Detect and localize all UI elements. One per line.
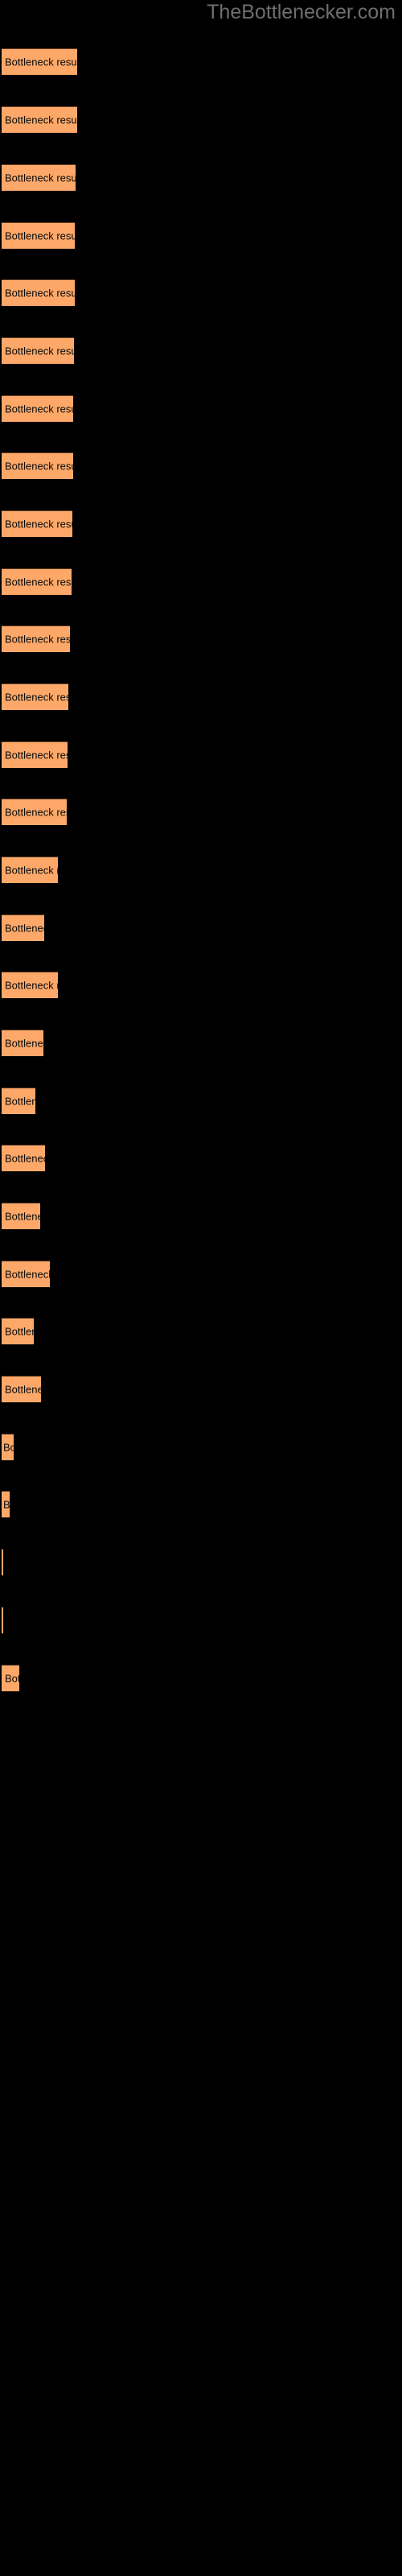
bar[interactable]: Bottleneck result	[2, 683, 68, 710]
bar[interactable]: Bottleneck result	[2, 164, 76, 191]
bar-label: Bottleneck result	[3, 1498, 10, 1511]
bar-row: Bottleneck result	[0, 1203, 402, 1229]
bar-row: Bottleneck result	[0, 1665, 402, 1691]
bar[interactable]: Bottleneck result	[2, 914, 44, 941]
bar[interactable]: Bottleneck result	[2, 48, 77, 75]
bar[interactable]: Bottleneck result	[2, 1607, 3, 1633]
bar-row: Bottleneck result	[0, 683, 402, 710]
bar[interactable]: Bottleneck result	[2, 1376, 41, 1402]
bar[interactable]: Bottleneck result	[2, 1665, 19, 1691]
bar-row: Bottleneck result	[0, 1030, 402, 1056]
bar-row: Bottleneck result	[0, 568, 402, 595]
bar-label: Bottleneck result	[5, 1152, 45, 1165]
bar-row: Bottleneck result	[0, 1549, 402, 1575]
bar[interactable]: Bottleneck result	[2, 1088, 35, 1114]
bar-row: Bottleneck result	[0, 1491, 402, 1517]
bar-label: Bottleneck result	[5, 1095, 35, 1108]
bar[interactable]: Bottleneck result	[2, 452, 73, 479]
bar-row: Bottleneck result	[0, 1607, 402, 1633]
bar[interactable]: Bottleneck result	[2, 1491, 10, 1517]
bar-row: Bottleneck result	[0, 452, 402, 479]
bar[interactable]: Bottleneck result	[2, 1261, 50, 1287]
bar-label: Bottleneck result	[5, 345, 74, 357]
bar-label: Bottleneck result	[5, 114, 77, 126]
bottleneck-chart: TheBottlenecker.com Bottleneck result Bot…	[0, 0, 402, 2576]
bar-row: Bottleneck result	[0, 972, 402, 998]
plot-area: Bottleneck result Bottleneck result Bottle…	[0, 0, 402, 2576]
bar-label: Bottleneck result	[5, 749, 68, 762]
bar-label: Bottleneck result	[5, 56, 77, 68]
bar-row: Bottleneck result	[0, 1145, 402, 1171]
bar[interactable]: Bottleneck result	[2, 106, 77, 133]
bar[interactable]: Bottleneck result	[2, 1549, 3, 1575]
bar[interactable]: Bottleneck result	[2, 1203, 40, 1229]
bar-row: Bottleneck result	[0, 799, 402, 825]
bar[interactable]: Bottleneck result	[2, 625, 70, 652]
bar-label: Bottleneck result	[5, 229, 75, 242]
bar[interactable]: Bottleneck result	[2, 222, 75, 249]
bar-label: Bottleneck result	[5, 633, 70, 646]
bar[interactable]: Bottleneck result	[2, 337, 74, 364]
bar-row: Bottleneck result	[0, 337, 402, 364]
bar-label: Bottleneck result	[5, 806, 67, 819]
bar-row: Bottleneck result	[0, 741, 402, 768]
bar-row: Bottleneck result	[0, 1434, 402, 1460]
bar-label: Bottleneck result	[3, 1441, 14, 1454]
bar-row: Bottleneck result	[0, 222, 402, 249]
bar-label: Bottleneck result	[5, 1037, 43, 1050]
bar-label: Bottleneck result	[5, 691, 68, 704]
bar-row: Bottleneck result	[0, 48, 402, 75]
bar-label: Bottleneck result	[5, 402, 73, 415]
bar[interactable]: Bottleneck result	[2, 1145, 45, 1171]
bar-label: Bottleneck result	[5, 979, 58, 992]
bar-label: Bottleneck result	[5, 1210, 40, 1223]
bar[interactable]: Bottleneck result	[2, 741, 68, 768]
bar[interactable]: Bottleneck result	[2, 279, 75, 306]
bar-row: Bottleneck result	[0, 1261, 402, 1287]
bar-label: Bottleneck result	[5, 864, 58, 877]
bar-row: Bottleneck result	[0, 106, 402, 133]
bar[interactable]: Bottleneck result	[2, 857, 58, 883]
bar-row: Bottleneck result	[0, 914, 402, 941]
bar-label: Bottleneck result	[5, 1672, 19, 1685]
bar-label: Bottleneck result	[5, 518, 72, 530]
bar[interactable]: Bottleneck result	[2, 1030, 43, 1056]
bar-row: Bottleneck result	[0, 279, 402, 306]
bar-row: Bottleneck result	[0, 625, 402, 652]
bar-label: Bottleneck result	[5, 922, 44, 935]
bar-row: Bottleneck result	[0, 510, 402, 537]
bar-row: Bottleneck result	[0, 395, 402, 422]
bar[interactable]: Bottleneck result	[2, 395, 73, 422]
bar[interactable]: Bottleneck result	[2, 972, 58, 998]
bar[interactable]: Bottleneck result	[2, 1318, 34, 1344]
bar-row: Bottleneck result	[0, 857, 402, 883]
bar-row: Bottleneck result	[0, 1318, 402, 1344]
bar-label: Bottleneck result	[5, 1383, 41, 1396]
bar-row: Bottleneck result	[0, 1376, 402, 1402]
bar-label: Bottleneck result	[5, 1268, 50, 1281]
bar-label: Bottleneck result	[5, 576, 72, 588]
bar-label: Bottleneck result	[5, 287, 75, 299]
bar[interactable]: Bottleneck result	[2, 799, 67, 825]
bar[interactable]: Bottleneck result	[2, 568, 72, 595]
bar[interactable]: Bottleneck result	[2, 510, 72, 537]
bar-row: Bottleneck result	[0, 1088, 402, 1114]
bar-label: Bottleneck result	[5, 460, 73, 473]
bar[interactable]: Bottleneck result	[2, 1434, 14, 1460]
bar-label: Bottleneck result	[5, 171, 76, 184]
bar-row: Bottleneck result	[0, 164, 402, 191]
bar-label: Bottleneck result	[5, 1325, 34, 1338]
